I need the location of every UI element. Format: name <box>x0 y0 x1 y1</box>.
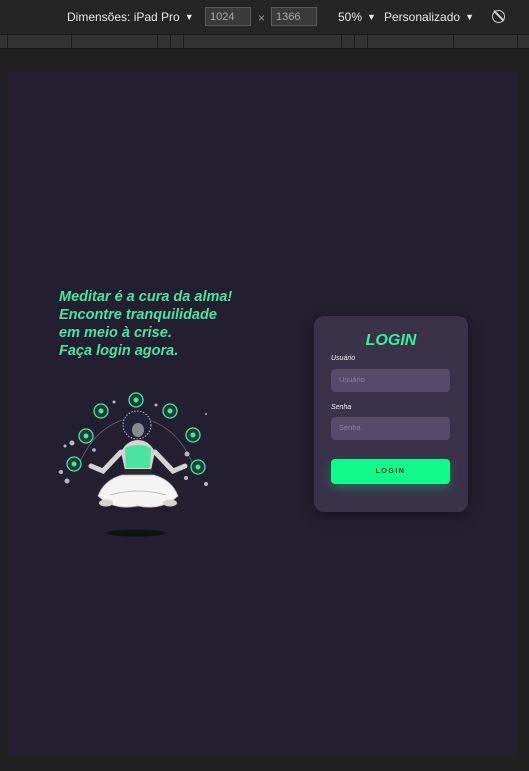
caret-down-icon: ▼ <box>465 12 474 22</box>
width-input[interactable] <box>205 7 251 26</box>
throttle-label: Personalizado <box>384 10 461 24</box>
height-input[interactable] <box>271 7 317 26</box>
device-dimensions-dropdown[interactable]: Dimensões: iPad Pro ▼ <box>67 10 194 24</box>
zoom-dropdown[interactable]: 50% ▼ <box>338 10 376 24</box>
caret-down-icon: ▼ <box>184 12 194 22</box>
shadow-shape <box>106 529 166 537</box>
media-query-ruler[interactable] <box>0 34 529 49</box>
throttle-dropdown[interactable]: Personalizado ▼ <box>384 10 474 24</box>
top-shape <box>125 445 151 468</box>
password-label: Senha <box>331 404 352 411</box>
login-title: LOGIN <box>365 332 417 349</box>
dimensions-label: Dimensões: iPad Pro <box>67 10 180 24</box>
rotate-icon[interactable] <box>492 10 505 23</box>
caret-down-icon: ▼ <box>367 12 376 22</box>
tagline: Meditar é a cura da alma! Encontre tranq… <box>59 288 232 360</box>
device-viewport: Meditar é a cura da alma! Encontre tranq… <box>8 72 518 755</box>
username-input[interactable]: Usuário <box>331 369 450 392</box>
tagline-line: Meditar é a cura da alma! <box>59 289 233 305</box>
tagline-line: Encontre tranquilidade <box>59 307 217 323</box>
tagline-line: em meio à crise. <box>59 325 172 341</box>
login-card: LOGIN Usuário Usuário Senha Senha LOGIN <box>314 316 468 512</box>
meditation-illustration <box>59 392 208 537</box>
password-input[interactable]: Senha <box>331 417 450 440</box>
head-shape <box>132 423 144 437</box>
devtools-toolbar: Dimensões: iPad Pro ▼ × 50% ▼ Personaliz… <box>0 0 529 34</box>
zoom-label: 50% <box>338 10 363 24</box>
username-label: Usuário <box>331 355 356 362</box>
login-button[interactable]: LOGIN <box>331 459 450 484</box>
tagline-line: Faça login agora. <box>59 343 179 359</box>
dimension-separator: × <box>258 11 266 25</box>
